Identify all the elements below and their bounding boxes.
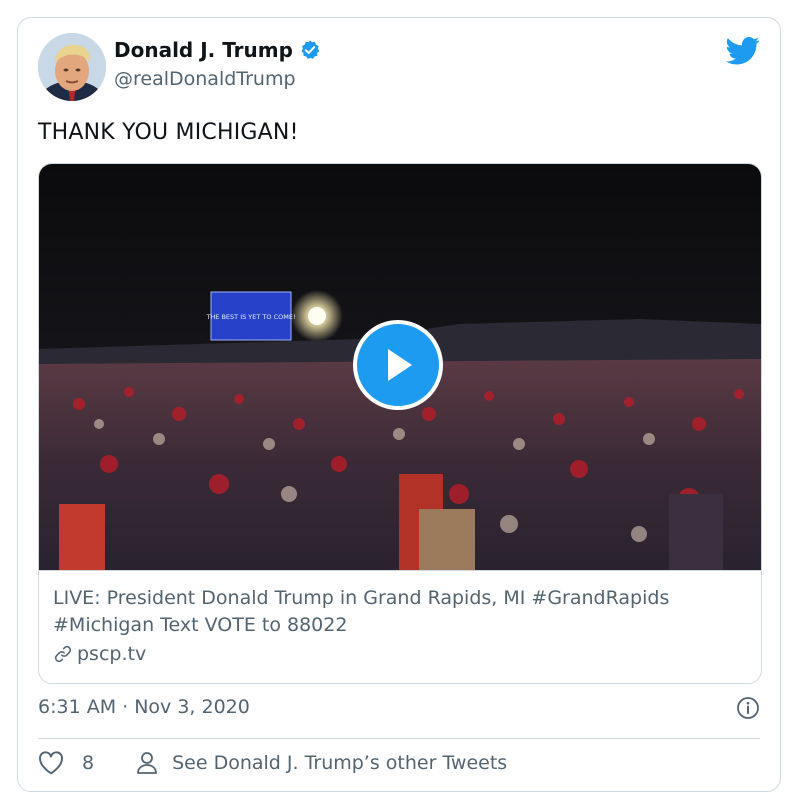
like-button[interactable]: 8: [38, 751, 94, 775]
author-handle[interactable]: @realDonaldTrump: [114, 68, 296, 90]
see-other-tweets-link[interactable]: See Donald J. Trump’s other Tweets: [136, 751, 507, 775]
tweet-actions: 8 See Donald J. Trump’s other Tweets: [38, 751, 507, 775]
avatar[interactable]: [38, 33, 106, 101]
link-info[interactable]: LIVE: President Donald Trump in Grand Ra…: [39, 570, 761, 683]
link-title[interactable]: LIVE: President Donald Trump in Grand Ra…: [53, 585, 747, 639]
heart-icon: [39, 751, 63, 775]
link-domain-row[interactable]: pscp.tv: [53, 643, 747, 665]
see-other-tweets-label[interactable]: See Donald J. Trump’s other Tweets: [172, 752, 507, 774]
jumbotron-text: THE BEST IS YET TO COME!: [205, 313, 295, 321]
like-count: 8: [82, 752, 95, 774]
play-icon[interactable]: [353, 320, 443, 410]
author-name[interactable]: Donald J. Trump: [114, 38, 293, 62]
verified-badge-icon: [301, 40, 320, 59]
link-domain[interactable]: pscp.tv: [77, 643, 146, 665]
tweet-text: THANK YOU MICHIGAN!: [38, 120, 299, 145]
info-icon[interactable]: [736, 696, 760, 720]
person-icon: [137, 752, 157, 774]
link-card[interactable]: THE BEST IS YET TO COME! LIVE: President…: [38, 163, 762, 684]
twitter-bird-icon[interactable]: [726, 36, 760, 66]
video-thumbnail[interactable]: THE BEST IS YET TO COME!: [39, 164, 761, 570]
tweet-card: Donald J. Trump @realDonaldTrump THANK Y…: [17, 17, 781, 792]
divider: [38, 738, 760, 739]
link-icon: [54, 645, 72, 663]
tweet-timestamp[interactable]: 6:31 AM · Nov 3, 2020: [38, 696, 250, 718]
author-name-row[interactable]: Donald J. Trump: [114, 38, 321, 62]
